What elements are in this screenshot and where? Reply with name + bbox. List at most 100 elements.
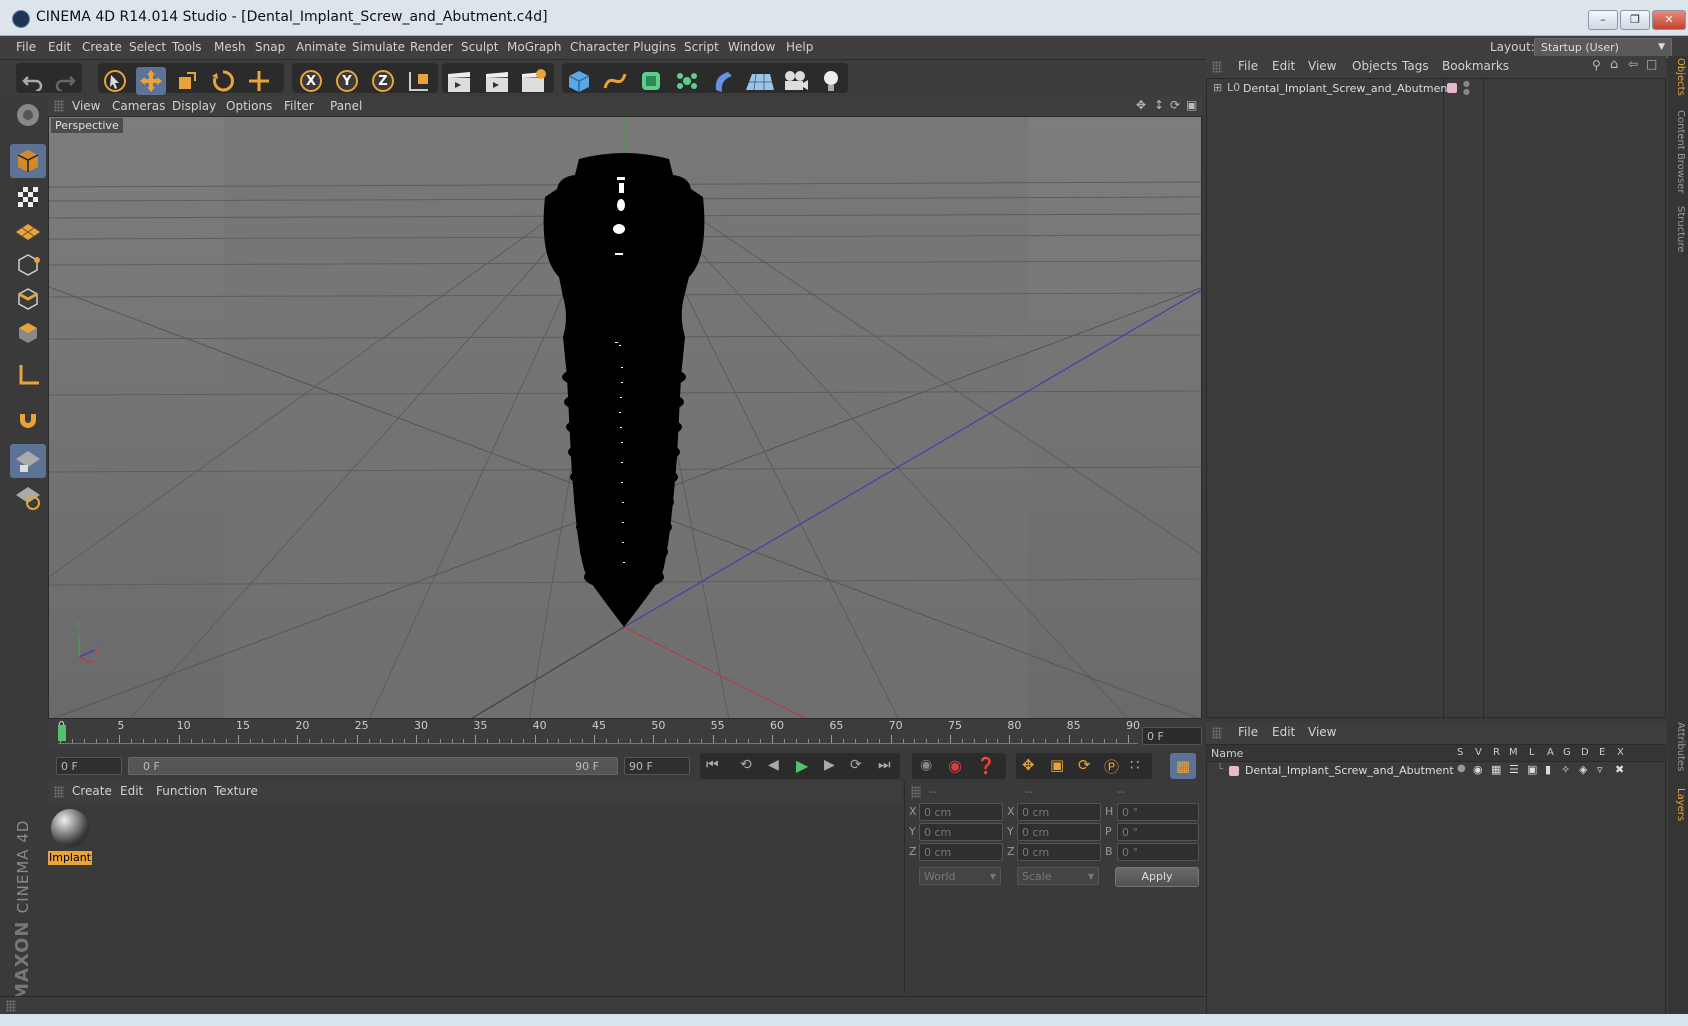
- col-expressions[interactable]: E: [1599, 747, 1605, 758]
- menu-mesh[interactable]: Mesh: [214, 40, 246, 54]
- col-solo[interactable]: S: [1457, 747, 1463, 758]
- playhead-marker[interactable]: [58, 725, 66, 741]
- object-row[interactable]: ⊞ L0 Dental_Implant_Screw_and_Abutment ●…: [1207, 79, 1667, 99]
- floor-button[interactable]: [744, 67, 774, 95]
- frame-range-slider[interactable]: 0 F 90 F: [128, 757, 618, 775]
- record-active-icon[interactable]: ◉: [920, 757, 932, 773]
- enable-axis-button[interactable]: [10, 358, 46, 392]
- menu-script[interactable]: Script: [684, 40, 719, 54]
- col-manager[interactable]: M: [1509, 747, 1518, 758]
- go-to-end-icon[interactable]: ⏭: [878, 757, 891, 773]
- col-deformers[interactable]: D: [1581, 747, 1589, 758]
- menu-character[interactable]: Character: [570, 40, 629, 54]
- recent-tools-button[interactable]: [244, 67, 274, 95]
- menu-window[interactable]: Window: [728, 40, 775, 54]
- viewport-menu-options[interactable]: Options: [226, 99, 272, 113]
- next-frame-icon[interactable]: ▶: [824, 757, 835, 773]
- solo-toggle-icon[interactable]: ●: [1457, 763, 1466, 774]
- timeline-button[interactable]: ▦: [1170, 753, 1196, 779]
- col-render[interactable]: R: [1493, 747, 1500, 758]
- array-button[interactable]: [672, 67, 702, 95]
- viewport-camera-label[interactable]: Perspective: [51, 118, 123, 133]
- material-menu-create[interactable]: Create: [72, 784, 112, 798]
- object-menu-view[interactable]: View: [1308, 59, 1336, 73]
- z-axis-lock-button[interactable]: Z: [368, 67, 398, 95]
- undo-button[interactable]: [18, 67, 48, 95]
- model-mode-button[interactable]: [10, 144, 46, 178]
- col-view[interactable]: V: [1475, 747, 1482, 758]
- current-frame-field[interactable]: 0 F: [1142, 727, 1202, 745]
- menu-tools[interactable]: Tools: [172, 40, 202, 54]
- object-menu-objects[interactable]: Objects: [1352, 59, 1397, 73]
- layer-color-swatch[interactable]: [1229, 766, 1239, 776]
- back-icon[interactable]: ⇦: [1628, 57, 1638, 71]
- scale-tool-button[interactable]: [172, 67, 202, 95]
- polygons-mode-button[interactable]: [10, 316, 46, 350]
- viewport-move-icon[interactable]: ✥: [1136, 98, 1146, 112]
- menu-sculpt[interactable]: Sculpt: [461, 40, 498, 54]
- layer-color-swatch[interactable]: [1447, 83, 1457, 93]
- search-icon[interactable]: ⚲: [1592, 58, 1601, 72]
- timeline-ruler[interactable]: 051015202530354045505560657075808590 0 F: [48, 719, 1202, 749]
- texture-mode-button[interactable]: [10, 180, 46, 214]
- snapping-button[interactable]: [10, 402, 46, 436]
- close-button[interactable]: ✕: [1652, 10, 1686, 30]
- make-editable-button[interactable]: [10, 98, 46, 132]
- render-view-button[interactable]: [444, 67, 474, 95]
- layer-menu-view[interactable]: View: [1308, 725, 1336, 739]
- live-selection-button[interactable]: [100, 67, 130, 95]
- tab-objects[interactable]: Objects: [1670, 58, 1686, 96]
- cinema4d-app-icon[interactable]: [12, 10, 30, 28]
- manager-toggle-icon[interactable]: ☰: [1509, 763, 1519, 776]
- menu-animate[interactable]: Animate: [296, 40, 346, 54]
- go-to-start-icon[interactable]: ⏮: [706, 757, 719, 773]
- object-menu-tags[interactable]: Tags: [1402, 59, 1429, 73]
- col-generators[interactable]: G: [1563, 747, 1571, 758]
- menu-snap[interactable]: Snap: [255, 40, 285, 54]
- material-item[interactable]: Implant: [48, 807, 92, 867]
- object-menu-bookmarks[interactable]: Bookmarks: [1442, 59, 1509, 73]
- coordinate-system-button[interactable]: [404, 67, 434, 95]
- object-name[interactable]: Dental_Implant_Screw_and_Abutment: [1243, 82, 1452, 95]
- workplane-mode-button[interactable]: [10, 214, 46, 248]
- col-name[interactable]: Name: [1211, 747, 1243, 760]
- rotate-tool-button[interactable]: [208, 67, 238, 95]
- panel-grip-icon[interactable]: [1212, 727, 1222, 739]
- new-window-icon[interactable]: □: [1646, 57, 1657, 71]
- cube-object-button[interactable]: [564, 67, 594, 95]
- keyframe-selection-icon[interactable]: ❓: [976, 756, 996, 775]
- pos-y-field[interactable]: 0 cm: [919, 823, 1003, 841]
- animation-toggle-icon[interactable]: ▮: [1545, 763, 1551, 776]
- col-xref[interactable]: X: [1617, 747, 1624, 758]
- next-key-icon[interactable]: ⟳: [850, 757, 862, 773]
- camera-button[interactable]: [780, 67, 810, 95]
- menu-mograph[interactable]: MoGraph: [507, 40, 562, 54]
- restore-button[interactable]: ❐: [1620, 10, 1650, 30]
- panel-grip-icon[interactable]: [1212, 61, 1222, 73]
- expression-toggle-icon[interactable]: ▿: [1597, 763, 1603, 776]
- key-rotation-icon[interactable]: ⟳: [1078, 756, 1091, 774]
- edges-mode-button[interactable]: [10, 282, 46, 316]
- layer-menu-file[interactable]: File: [1238, 725, 1258, 739]
- layer-row[interactable]: └ Dental_Implant_Screw_and_Abutment ● ◉ …: [1207, 763, 1667, 779]
- pos-x-field[interactable]: 0 cm: [919, 803, 1003, 821]
- eye-icon[interactable]: ◉: [1473, 763, 1483, 776]
- menu-render[interactable]: Render: [410, 40, 453, 54]
- menu-select[interactable]: Select: [129, 40, 166, 54]
- workplane-lock-button[interactable]: [10, 444, 46, 478]
- col-locked[interactable]: L: [1529, 747, 1535, 758]
- nurbs-button[interactable]: [636, 67, 666, 95]
- panel-grip-icon[interactable]: [54, 786, 64, 798]
- coordinate-space-dropdown[interactable]: World ▼: [919, 867, 1001, 885]
- tab-structure[interactable]: Structure: [1670, 206, 1686, 253]
- points-mode-button[interactable]: [10, 248, 46, 282]
- apply-button[interactable]: Apply: [1115, 867, 1199, 887]
- viewport-menu-view[interactable]: View: [72, 99, 100, 113]
- planar-workplane-button[interactable]: [10, 480, 46, 514]
- render-settings-button[interactable]: [518, 67, 548, 95]
- menu-help[interactable]: Help: [786, 40, 813, 54]
- tab-layers[interactable]: Layers: [1670, 788, 1686, 821]
- viewport-maximize-icon[interactable]: ▣: [1186, 98, 1197, 112]
- play-icon[interactable]: ▶: [796, 756, 808, 775]
- minimize-button[interactable]: –: [1588, 10, 1618, 30]
